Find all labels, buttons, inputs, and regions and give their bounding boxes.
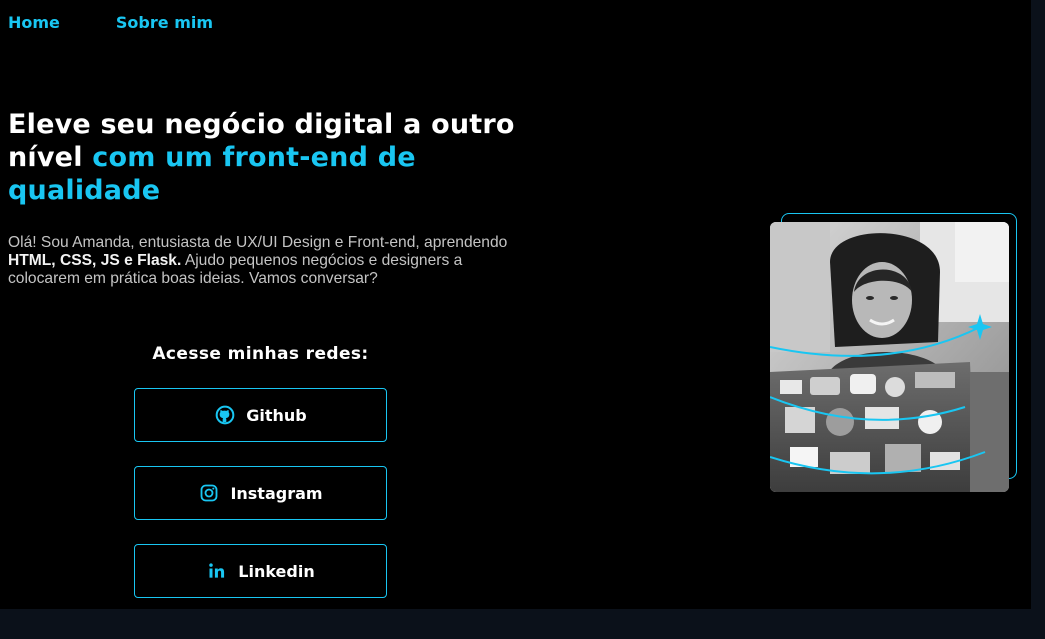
linkedin-icon: [206, 560, 228, 582]
nav-link-sobre-mim[interactable]: Sobre mim: [116, 13, 213, 32]
hero-desc-skills: HTML, CSS, JS e Flask.: [8, 252, 182, 269]
nav-link-home[interactable]: Home: [8, 13, 60, 32]
instagram-icon: [198, 482, 220, 504]
instagram-button-label: Instagram: [230, 483, 323, 503]
github-button-label: Github: [246, 405, 307, 425]
github-button[interactable]: Github: [134, 388, 387, 442]
hero-desc-intro: Olá! Sou Amanda, entusiasta de UX/UI Des…: [8, 234, 508, 251]
page-footer-strip: [0, 609, 1045, 639]
hero-description: Olá! Sou Amanda, entusiasta de UX/UI Des…: [8, 234, 528, 288]
linkedin-button-label: Linkedin: [238, 561, 315, 581]
github-icon: [214, 404, 236, 426]
page: Home Sobre mim Eleve seu negócio digital…: [0, 0, 1045, 639]
instagram-button[interactable]: Instagram: [134, 466, 387, 520]
hero-title: Eleve seu negócio digital a outro nível …: [8, 108, 548, 207]
linkedin-button[interactable]: Linkedin: [134, 544, 387, 598]
profile-photo: [770, 222, 1009, 492]
scroll-gutter: [1031, 0, 1045, 609]
top-nav: Home Sobre mim: [8, 13, 213, 32]
social-heading: Acesse minhas redes:: [152, 344, 369, 364]
